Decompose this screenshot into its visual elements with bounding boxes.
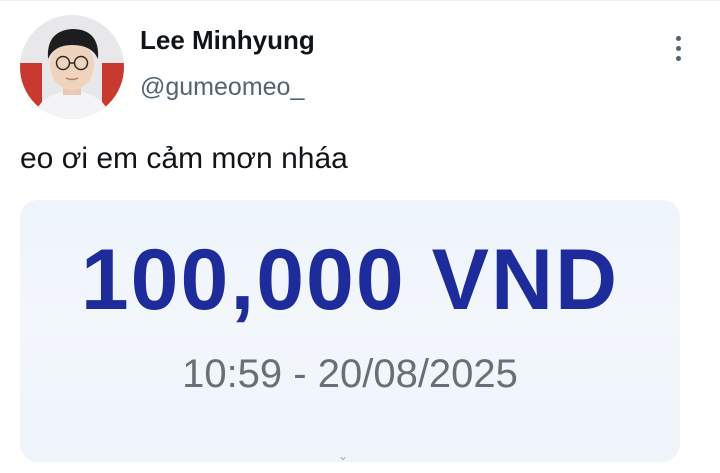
more-vertical-icon-dot [675, 55, 681, 61]
avatar[interactable] [20, 15, 124, 119]
chevron-down-icon: ⌄ [338, 449, 349, 462]
post-text: eo ơi em cảm mơn nháa [20, 142, 348, 175]
post: Lee Minhyung @gumeomeo_ eo ơi em cảm mơn… [0, 0, 720, 473]
avatar-image [20, 15, 124, 119]
author-display-name[interactable]: Lee Minhyung [140, 24, 315, 56]
transfer-timestamp: 10:59 - 20/08/2025 [182, 352, 518, 396]
transfer-amount: 100,000 VND [80, 232, 620, 328]
more-options-button[interactable] [662, 30, 694, 66]
more-vertical-icon-dot [675, 45, 681, 51]
more-vertical-icon [675, 35, 681, 41]
post-image[interactable]: 100,000 VND 10:59 - 20/08/2025 ⌄ [20, 200, 680, 462]
author-handle[interactable]: @gumeomeo_ [140, 72, 315, 102]
divider [0, 0, 720, 1]
author-info: Lee Minhyung @gumeomeo_ [140, 24, 315, 102]
